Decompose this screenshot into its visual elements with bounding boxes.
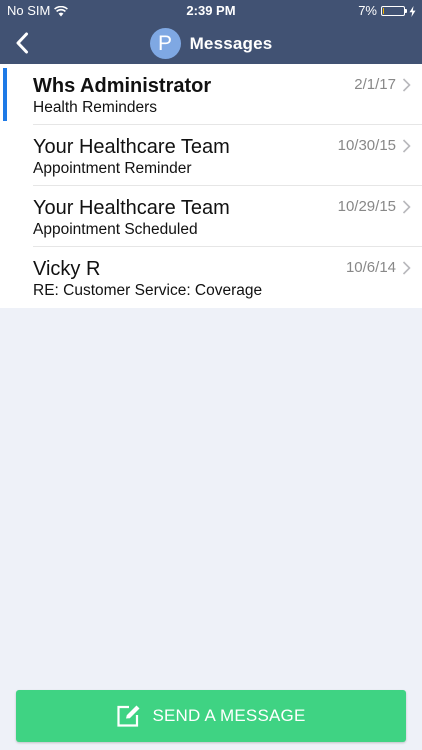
send-message-label: SEND A MESSAGE	[152, 706, 306, 725]
nav-title-group: P Messages	[0, 28, 422, 59]
message-item[interactable]: Whs Administrator Health Reminders 2/1/1…	[0, 64, 422, 125]
chevron-right-icon	[402, 78, 411, 92]
battery-level-fill	[383, 8, 384, 14]
avatar[interactable]: P	[149, 28, 181, 59]
message-sender: Whs Administrator	[33, 75, 212, 97]
message-date: 10/29/15	[337, 198, 396, 215]
compose-icon	[117, 705, 140, 727]
message-sender: Your Healthcare Team	[33, 197, 230, 219]
message-date: 10/30/15	[337, 137, 396, 154]
nav-bar: P Messages	[0, 22, 422, 64]
battery-icon	[381, 6, 407, 16]
chevron-right-icon	[402, 261, 411, 275]
chevron-right-icon	[402, 139, 411, 153]
message-sender: Your Healthcare Team	[33, 136, 230, 158]
unread-indicator	[3, 68, 7, 121]
message-sender: Vicky R	[33, 258, 101, 280]
message-list: Whs Administrator Health Reminders 2/1/1…	[0, 64, 422, 308]
messages-screen: No SIM 2:39 PM 7% P Messages Whs Adminis…	[0, 0, 422, 750]
bolt-icon	[409, 5, 416, 17]
message-date: 2/1/17	[354, 76, 396, 93]
send-message-button[interactable]: SEND A MESSAGE	[16, 690, 406, 742]
message-item[interactable]: Vicky R RE: Customer Service: Coverage 1…	[0, 247, 422, 308]
message-item[interactable]: Your Healthcare Team Appointment Reminde…	[0, 125, 422, 186]
message-item[interactable]: Your Healthcare Team Appointment Schedul…	[0, 186, 422, 247]
page-title: Messages	[189, 33, 273, 53]
chevron-right-icon	[402, 200, 411, 214]
message-subject: RE: Customer Service: Coverage	[33, 282, 263, 299]
message-date: 10/6/14	[345, 259, 396, 276]
header: No SIM 2:39 PM 7% P Messages	[0, 0, 422, 64]
message-subject: Appointment Scheduled	[33, 221, 198, 238]
battery-percent: 7%	[358, 3, 377, 18]
status-bar: No SIM 2:39 PM 7%	[0, 0, 422, 22]
message-subject: Appointment Reminder	[33, 160, 192, 177]
message-subject: Health Reminders	[33, 99, 158, 116]
status-right: 7%	[358, 4, 416, 18]
